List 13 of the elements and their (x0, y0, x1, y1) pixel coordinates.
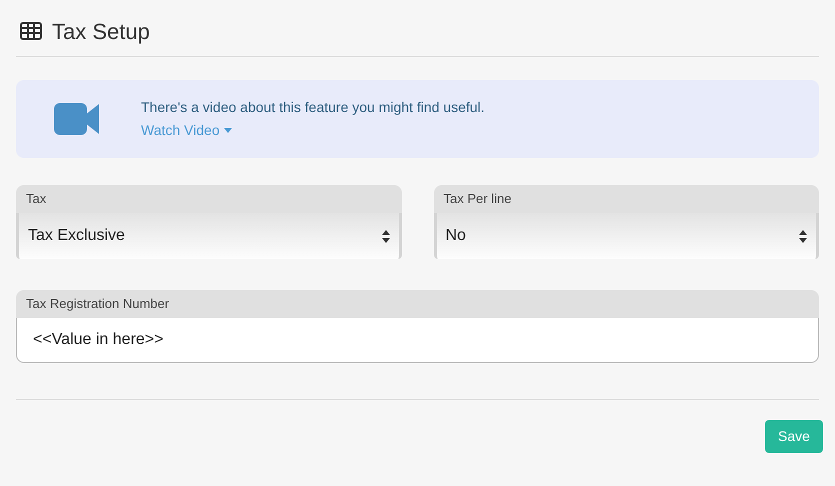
input-field[interactable]: <<Value in here>> (16, 318, 819, 363)
banner-message: There's a video about this feature you might find useful. (141, 98, 485, 117)
sort-arrows-icon (382, 230, 390, 242)
field-label: Tax Per line (434, 185, 819, 213)
page-title: Tax Setup (52, 18, 150, 46)
table-icon (20, 22, 42, 40)
select-field[interactable]: No (434, 213, 819, 259)
sort-arrows-icon (799, 230, 807, 242)
video-camera-icon (54, 103, 99, 135)
field-label: Tax (16, 185, 402, 213)
caret-icon (224, 128, 232, 133)
select-field[interactable]: Tax Exclusive (16, 213, 402, 259)
field-label: Tax Registration Number (16, 290, 819, 318)
